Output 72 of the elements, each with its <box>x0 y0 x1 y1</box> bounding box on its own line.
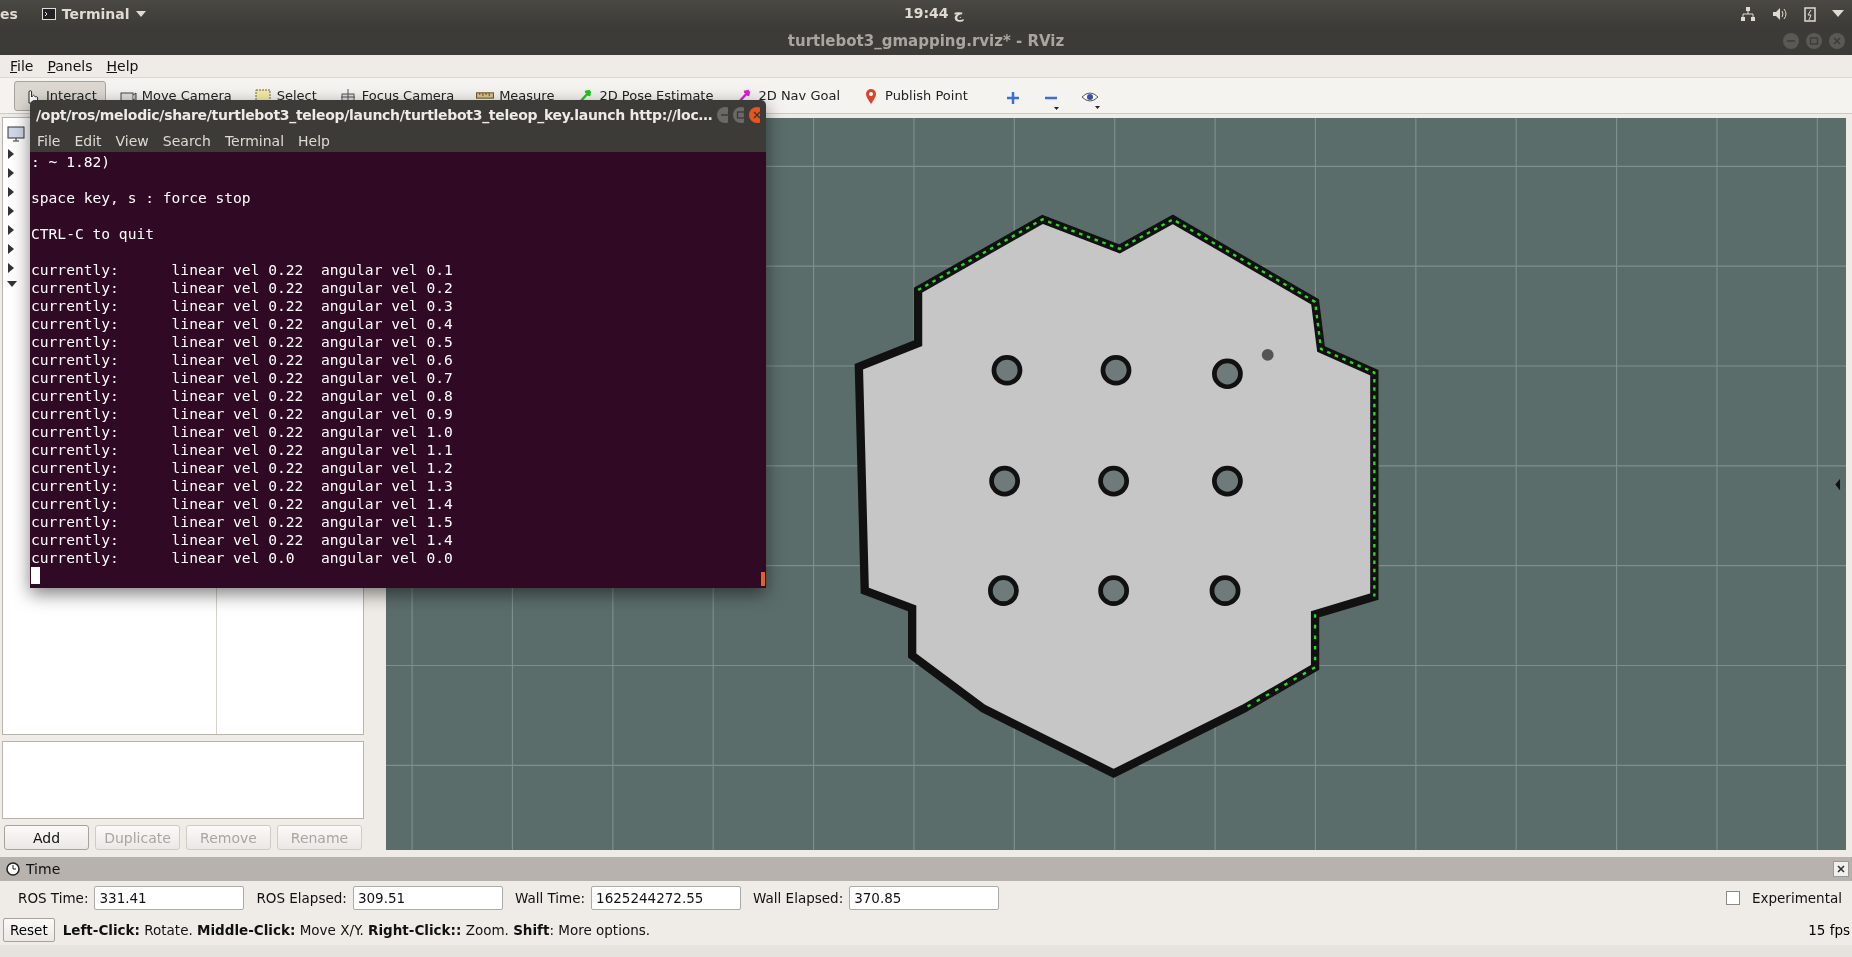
input-field[interactable]: 1625244272.55 <box>591 886 742 910</box>
menu-item[interactable]: Panels <box>47 58 93 74</box>
scroll-thumb[interactable] <box>761 572 765 586</box>
clock-icon <box>6 862 20 876</box>
menu-item[interactable]: Help <box>106 58 139 74</box>
expand-arrow-icon[interactable] <box>7 223 15 237</box>
terminal-line: space key, s : force stop <box>31 189 252 207</box>
checkbox[interactable] <box>1725 891 1740 905</box>
checkbox-label: Experimental <box>1751 890 1842 906</box>
menu-item[interactable]: Edit <box>74 133 102 149</box>
terminal-line: currently: linear vel 0.22 angular vel 0.9 <box>31 405 454 423</box>
expand-arrow-icon[interactable] <box>7 204 15 218</box>
terminal-line: currently: linear vel 0.22 angular vel 0.5 <box>31 333 454 351</box>
terminal-line: currently: linear vel 0.22 angular vel 1.4 <box>31 531 454 549</box>
fps-readout: 15 fps <box>1808 922 1850 938</box>
clock[interactable]: 19:44 ج <box>904 5 964 21</box>
terminal-line: currently: linear vel 0.22 angular vel 1.0 <box>31 423 454 441</box>
menu-item[interactable]: Search <box>162 133 211 149</box>
terminal-line: currently: linear vel 0.22 angular vel 1.1 <box>31 441 454 459</box>
caret-icon <box>135 10 146 17</box>
tool-button[interactable]: Publish Point <box>853 80 977 111</box>
terminal-line: currently: linear vel 0.22 angular vel 1.3 <box>31 477 454 495</box>
app-menu[interactable]: Terminal <box>41 5 146 22</box>
menu-item[interactable]: File <box>37 133 61 149</box>
terminal-line: currently: linear vel 0.22 angular vel 0.3 <box>31 297 454 315</box>
terminal-line: currently: linear vel 0.22 angular vel 0.1 <box>31 261 454 279</box>
monitor-icon <box>7 126 25 142</box>
zoom-out-icon <box>1042 95 1059 110</box>
panel-button[interactable]: Add <box>4 825 89 850</box>
panel-label: es <box>0 5 18 22</box>
close-icon <box>1837 865 1845 873</box>
text-cursor <box>31 567 40 584</box>
expand-arrow-icon[interactable] <box>7 261 15 275</box>
ruler-icon <box>476 92 495 99</box>
hint-text: Left-Click: Rotate. Middle-Click: Move X/Y. Right-Click:: Zoom. Shift: More options. <box>62 922 651 938</box>
collapse-arrow-icon[interactable] <box>7 280 17 288</box>
terminal-line: currently: linear vel 0.22 angular vel 1.4 <box>31 495 454 513</box>
terminal-icon <box>41 7 56 20</box>
expand-arrow-icon[interactable] <box>7 242 15 256</box>
field-label: ROS Time: <box>18 890 89 906</box>
window-title: turtlebot3_gmapping.rviz* - RViz <box>787 32 1065 50</box>
input-field[interactable]: 331.41 <box>94 886 245 910</box>
expand-arrow-icon[interactable] <box>7 185 15 199</box>
terminal-line: currently: linear vel 0.22 angular vel 0.2 <box>31 279 454 297</box>
terminal-line: : ~ 1.82) <box>31 153 112 171</box>
reset-button[interactable]: Reset <box>3 918 55 942</box>
terminal-line: currently: linear vel 0.22 angular vel 0.7 <box>31 369 454 387</box>
menu-item[interactable]: View <box>115 133 149 149</box>
caret-icon[interactable] <box>1832 9 1844 18</box>
terminal-line: currently: linear vel 0.22 angular vel 0.8 <box>31 387 454 405</box>
input-field[interactable]: 370.85 <box>849 886 1000 910</box>
close-icon[interactable] <box>748 106 760 124</box>
terminal-line: currently: linear vel 0.22 angular vel 0.4 <box>31 315 454 333</box>
menu-item[interactable]: File <box>10 58 34 74</box>
terminal-line: currently: linear vel 0.22 angular vel 1.2 <box>31 459 454 477</box>
terminal-line: currently: linear vel 0.22 angular vel 1.5 <box>31 513 454 531</box>
terminal-line: CTRL-C to quit <box>31 225 155 243</box>
field-label: ROS Elapsed: <box>256 890 347 906</box>
network-icon[interactable] <box>1740 5 1756 22</box>
menu-item[interactable]: Terminal <box>224 133 285 149</box>
battery-icon[interactable] <box>1804 5 1816 22</box>
terminal-line: currently: linear vel 0.22 angular vel 0.6 <box>31 351 454 369</box>
menu-item[interactable]: Help <box>298 133 330 149</box>
field-label: Wall Elapsed: <box>753 890 844 906</box>
expand-arrow-icon[interactable] <box>7 166 15 180</box>
panel-title: Time <box>26 861 61 877</box>
expand-arrow-icon[interactable] <box>7 147 15 161</box>
tool-button[interactable]: 2D Nav Goal <box>726 80 849 111</box>
field-label: Wall Time: <box>514 890 586 906</box>
close-button[interactable] <box>1833 861 1849 877</box>
input-field[interactable]: 309.51 <box>352 886 503 910</box>
terminal-line: currently: linear vel 0.0 angular vel 0.0 <box>31 549 454 567</box>
